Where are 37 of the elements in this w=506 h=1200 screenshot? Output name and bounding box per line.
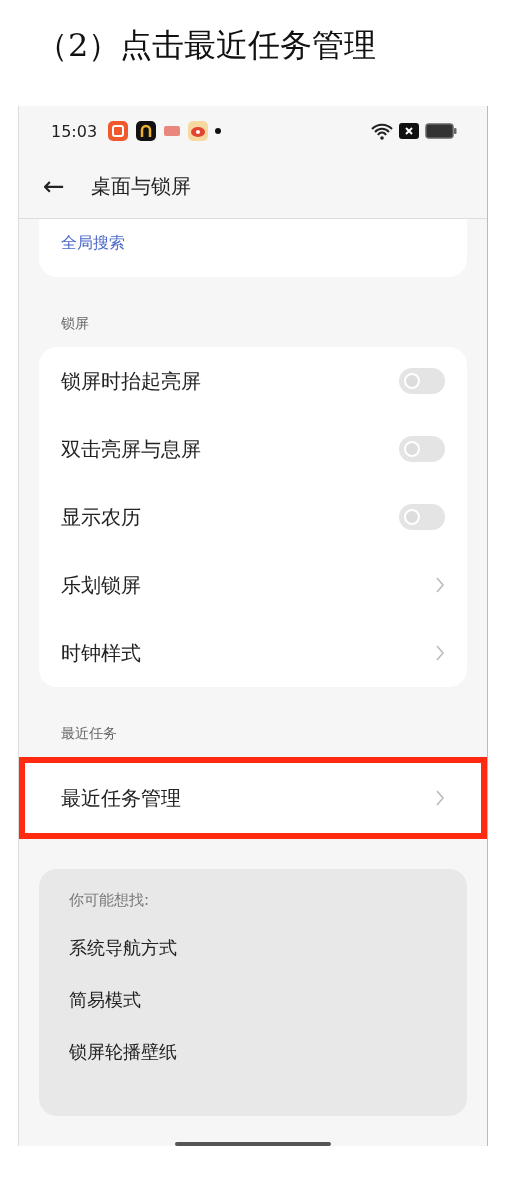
app-icon: [107, 120, 130, 143]
settings-row[interactable]: 乐划锁屏: [39, 551, 467, 619]
toggle-switch[interactable]: [399, 436, 445, 462]
setting-label: 锁屏时抬起亮屏: [61, 367, 201, 395]
settings-row[interactable]: 最近任务管理: [19, 757, 487, 839]
setting-label: 双击亮屏与息屏: [61, 435, 201, 463]
section-label: 锁屏: [60, 314, 90, 333]
app-icon: [187, 120, 210, 143]
chevron-right-icon: [435, 577, 445, 593]
notification-dot-icon: [215, 128, 222, 135]
suggestion-link[interactable]: 简易模式: [69, 988, 437, 1040]
settings-row[interactable]: 时钟样式: [39, 619, 467, 687]
wifi-icon: [371, 122, 393, 141]
app-icon: [163, 124, 182, 139]
chevron-right-icon: [435, 645, 445, 661]
suggestion-title: 你可能想找:: [69, 891, 151, 910]
app-icon: [135, 120, 158, 143]
chevron-right-icon: [435, 790, 445, 806]
battery-icon: [425, 123, 457, 140]
setting-label: 显示农历: [61, 503, 141, 531]
setting-subtitle: 全局搜索: [61, 233, 125, 252]
suggestion-link[interactable]: 系统导航方式: [69, 936, 437, 988]
page-title: 桌面与锁屏: [90, 172, 191, 200]
caption-heading: （2）点击最近任务管理: [35, 25, 378, 66]
setting-label: 乐划锁屏: [61, 571, 141, 599]
toggle-switch[interactable]: [399, 504, 445, 530]
no-sim-icon: [399, 123, 419, 140]
setting-label: 时钟样式: [61, 639, 141, 667]
status-time: 15:03: [51, 121, 98, 141]
settings-row[interactable]: 锁屏时抬起亮屏: [39, 347, 467, 415]
back-button[interactable]: ←: [43, 171, 65, 202]
setting-label: 最近任务管理: [61, 784, 181, 812]
toggle-switch[interactable]: [399, 368, 445, 394]
settings-row[interactable]: 双击亮屏与息屏: [39, 415, 467, 483]
suggestion-link[interactable]: 锁屏轮播壁纸: [69, 1040, 437, 1092]
settings-row[interactable]: 显示农历: [39, 483, 467, 551]
section-label: 最近任务: [60, 724, 118, 743]
